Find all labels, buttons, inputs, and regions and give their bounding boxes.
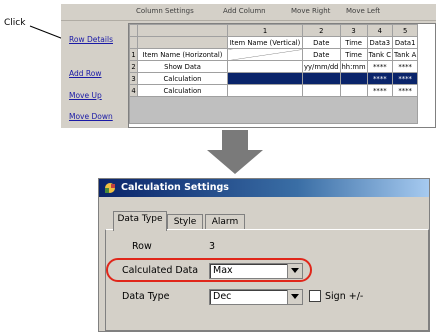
column-number[interactable]: 5 [391, 24, 419, 37]
table-cell[interactable]: **** [366, 84, 394, 97]
grid-editor-panel: Column Settings Add Column Move Right Mo… [61, 4, 436, 128]
row-name-cell[interactable]: Show Data [137, 60, 228, 73]
move-down-link[interactable]: Move Down [69, 112, 113, 121]
callout-label: Click [4, 18, 26, 28]
row-details-link[interactable]: Row Details [69, 35, 113, 44]
empty-grid-area [129, 96, 419, 124]
table-cell[interactable]: **** [391, 72, 419, 85]
chevron-down-icon[interactable] [287, 264, 302, 278]
table-row[interactable]: 2 Show Data yy/mm/dd hh:mm **** **** [129, 60, 419, 73]
table-cell[interactable] [227, 72, 303, 85]
calculated-data-value: Max [213, 265, 233, 276]
column-settings-button[interactable]: Column Settings [136, 7, 194, 15]
dialog-titlebar[interactable]: Calculation Settings [99, 179, 429, 197]
add-row-link[interactable]: Add Row [69, 69, 102, 78]
column-number[interactable]: 1 [227, 24, 303, 37]
row-label: Row [132, 241, 152, 252]
row-number[interactable]: 3 [129, 72, 138, 85]
table-cell[interactable]: Date [302, 48, 341, 61]
row-number[interactable]: 1 [129, 48, 138, 61]
row-name-cell[interactable]: Calculation [137, 84, 228, 97]
column-header[interactable]: Data1 [391, 36, 419, 49]
dialog-title: Calculation Settings [121, 182, 229, 193]
column-number[interactable]: 2 [302, 24, 341, 37]
table-cell[interactable]: **** [391, 84, 419, 97]
column-header[interactable]: Data3 [366, 36, 394, 49]
tab-alarm[interactable]: Alarm [205, 214, 245, 230]
sign-label: Sign +/- [325, 291, 364, 302]
row-name-cell[interactable]: Calculation [137, 72, 228, 85]
row-number[interactable]: 4 [129, 84, 138, 97]
editor-toolbar: Column Settings Add Column Move Right Mo… [61, 4, 436, 21]
app-icon [105, 183, 115, 193]
column-header-row: Item Name (Vertical) Date Time Data3 Dat… [129, 36, 419, 49]
column-number-row: 1 2 3 4 5 [129, 24, 419, 37]
table-cell[interactable] [339, 72, 368, 85]
table-cell[interactable]: hh:mm [339, 60, 368, 73]
data-grid: 1 2 3 4 5 Item Name (Vertical) Date Time… [128, 23, 436, 128]
tab-panel [105, 229, 429, 331]
down-arrow-icon [207, 130, 263, 174]
table-cell[interactable] [227, 60, 303, 73]
column-header[interactable]: Time [339, 36, 368, 49]
tab-style[interactable]: Style [167, 214, 203, 230]
add-column-button[interactable]: Add Column [223, 7, 266, 15]
table-cell[interactable]: **** [366, 60, 394, 73]
table-cell[interactable]: Tank C [366, 48, 394, 61]
table-cell[interactable]: **** [391, 60, 419, 73]
sign-checkbox[interactable] [309, 290, 321, 302]
diagonal-cell[interactable] [227, 48, 303, 61]
tab-data-type[interactable]: Data Type [113, 211, 167, 231]
column-number[interactable]: 3 [339, 24, 368, 37]
row-value: 3 [209, 241, 216, 252]
calculated-data-label: Calculated Data [122, 265, 199, 276]
table-cell[interactable] [302, 84, 341, 97]
row-name-cell[interactable]: Item Name (Horizontal) [137, 48, 228, 61]
column-header[interactable]: Date [302, 36, 341, 49]
move-right-button[interactable]: Move Right [291, 7, 330, 15]
table-cell[interactable]: **** [366, 72, 394, 85]
column-number[interactable]: 4 [366, 24, 394, 37]
data-type-dropdown[interactable]: Dec [209, 289, 303, 305]
table-row[interactable]: 4 Calculation **** **** [129, 84, 419, 97]
table-row-selected[interactable]: 3 Calculation **** **** [129, 72, 419, 85]
move-left-button[interactable]: Move Left [346, 7, 380, 15]
data-type-label: Data Type [122, 291, 170, 302]
table-cell[interactable] [339, 84, 368, 97]
calculated-data-dropdown[interactable]: Max [209, 263, 303, 279]
move-up-link[interactable]: Move Up [69, 91, 102, 100]
column-header[interactable]: Item Name (Vertical) [227, 36, 303, 49]
calculation-settings-dialog: Calculation Settings Data Type Style Ala… [98, 178, 430, 332]
chevron-down-icon[interactable] [287, 290, 302, 304]
row-number[interactable]: 2 [129, 60, 138, 73]
table-row[interactable]: 1 Item Name (Horizontal) Date Time Tank … [129, 48, 419, 61]
table-cell[interactable] [302, 72, 341, 85]
table-cell[interactable]: Tank A [391, 48, 419, 61]
table-cell[interactable]: yy/mm/dd [302, 60, 341, 73]
table-cell[interactable]: Time [339, 48, 368, 61]
data-type-value: Dec [213, 291, 232, 302]
table-cell[interactable] [227, 84, 303, 97]
